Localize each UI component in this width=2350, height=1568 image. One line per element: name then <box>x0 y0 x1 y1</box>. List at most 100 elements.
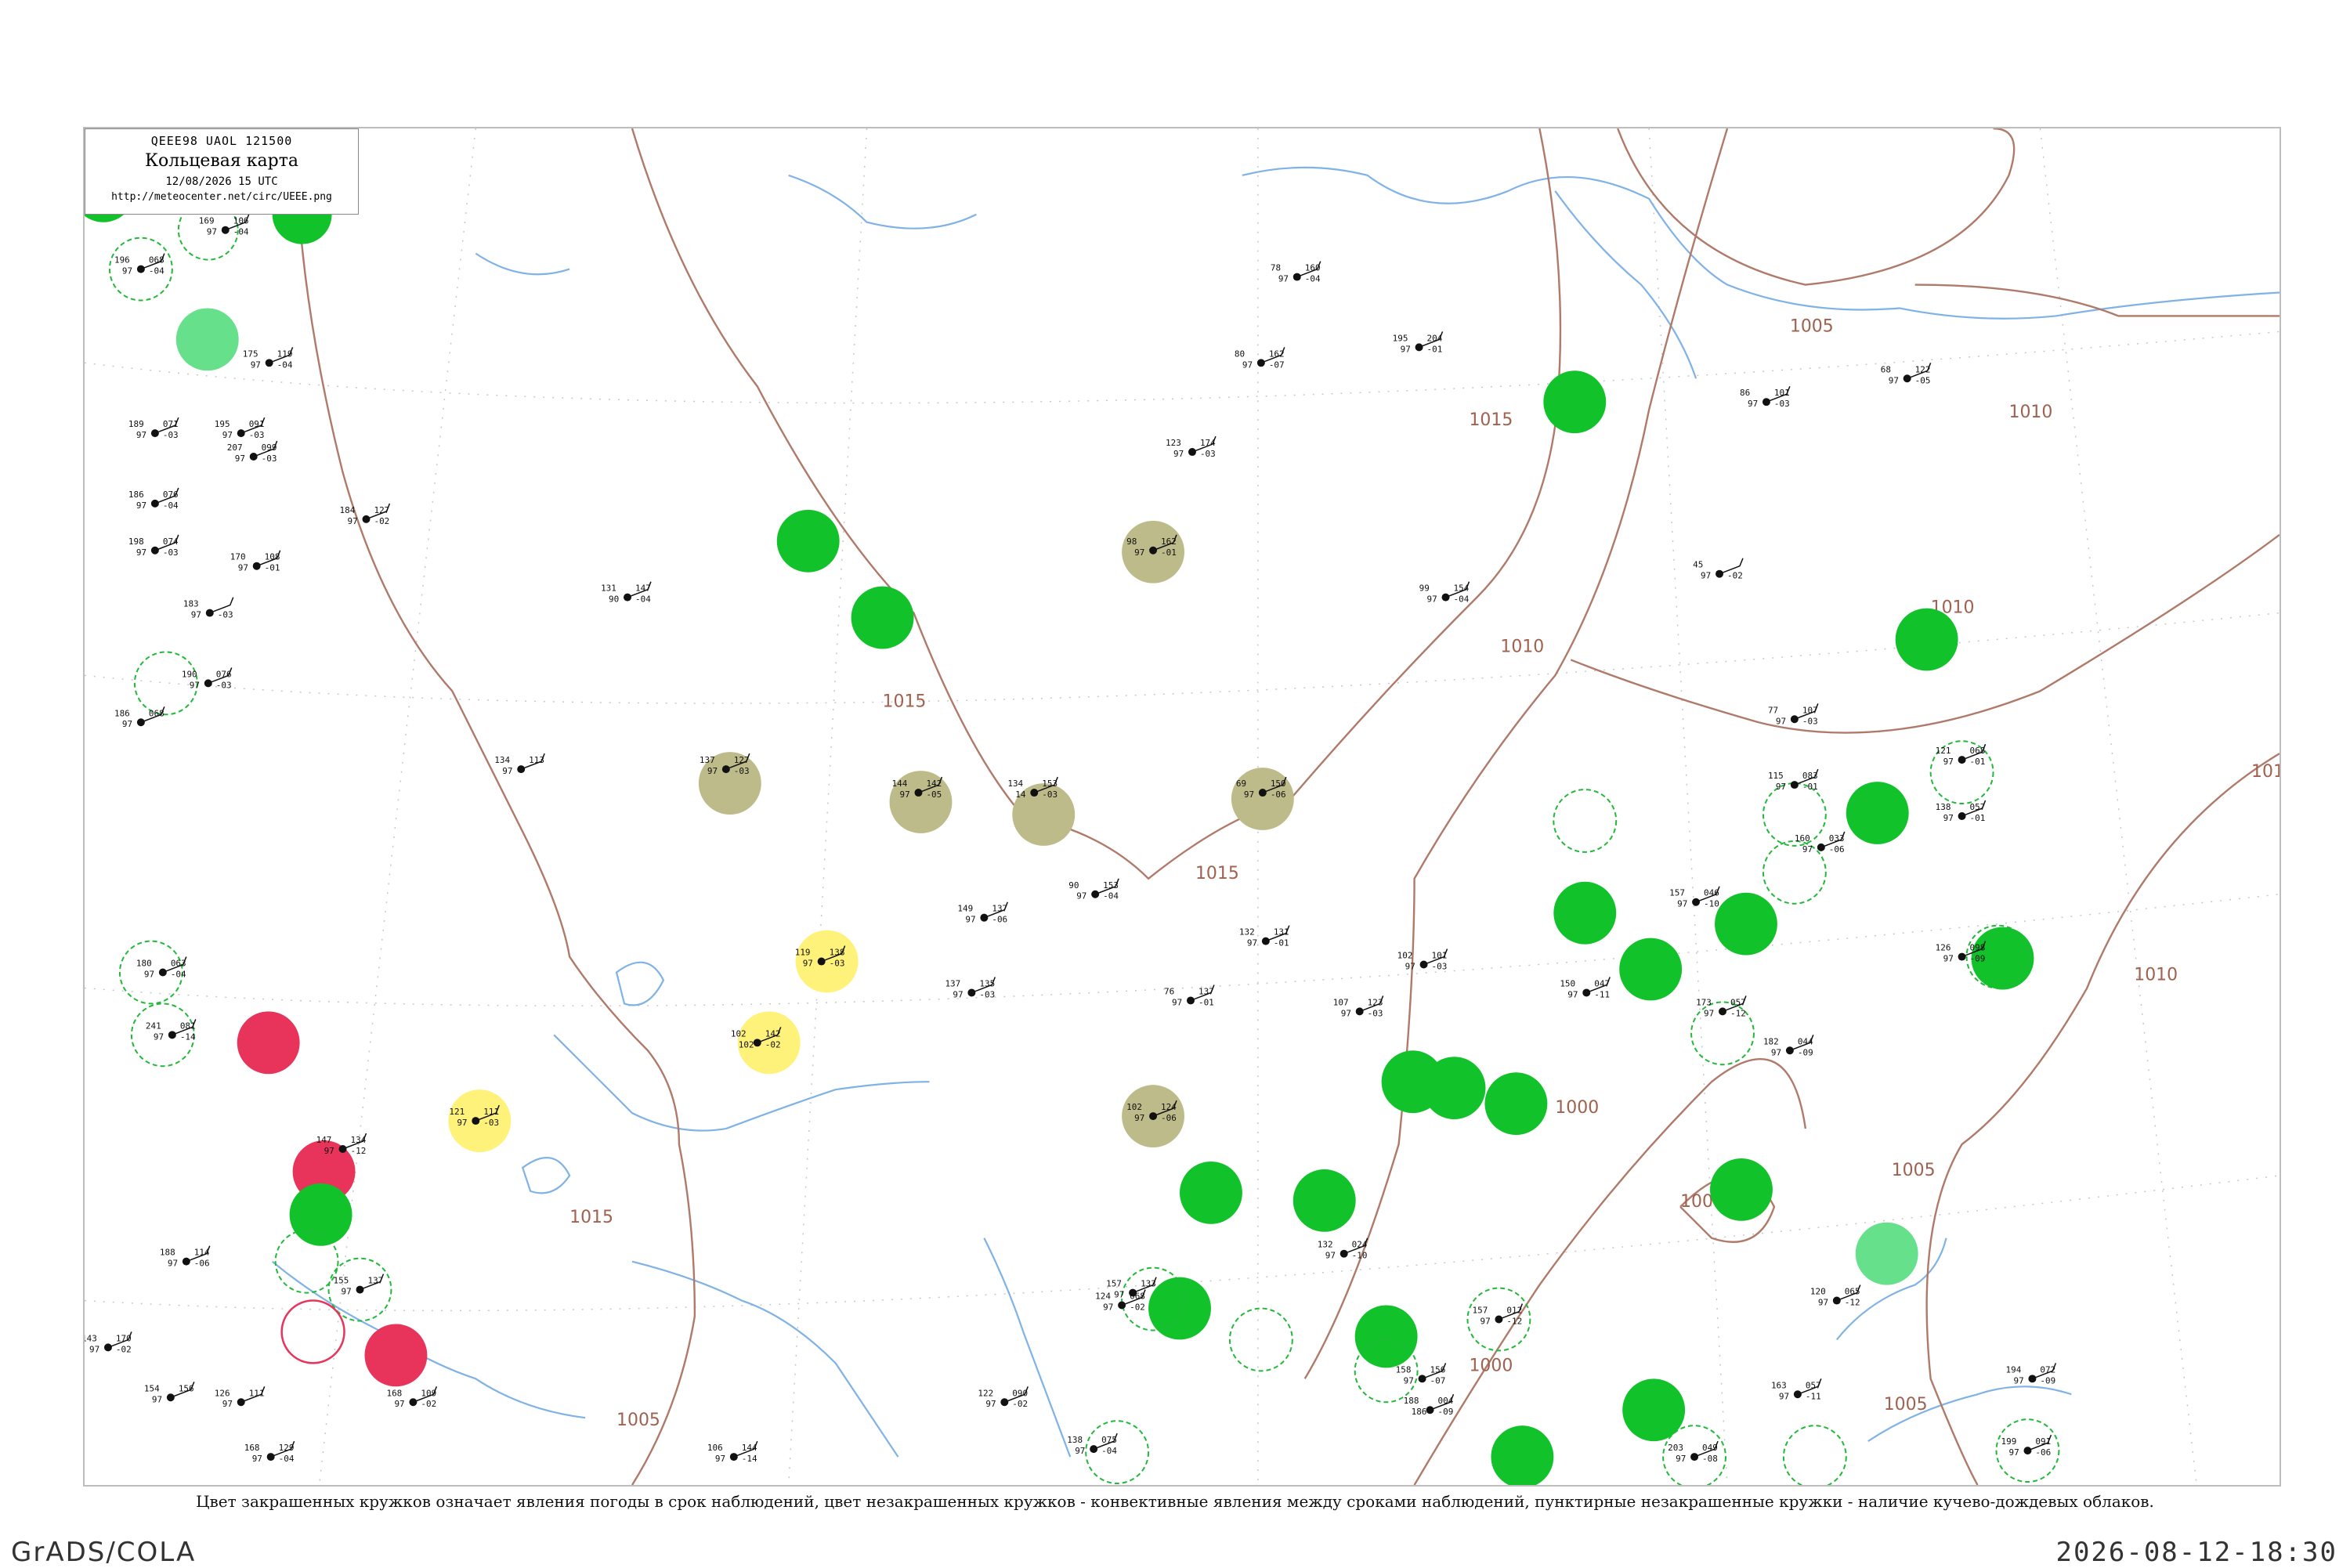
station-tendency: -03 <box>483 1118 499 1128</box>
station-plot: 195 091-03 97 <box>215 417 266 440</box>
station-tendency: -11 <box>1594 989 1610 999</box>
station-dot <box>1000 1398 1009 1407</box>
station-pressure: 033 <box>1829 833 1845 844</box>
station-tendency: -02 <box>1727 571 1743 581</box>
station-pressure: 150 <box>1271 779 1286 789</box>
isobar-label: 1015 <box>883 692 927 711</box>
station-visibility: 97 <box>252 1454 262 1464</box>
station-tendency: -03 <box>249 430 265 440</box>
isobar-1015-mid <box>631 128 1562 880</box>
station-temperature: 137 <box>945 978 960 988</box>
station-tendency: -02 <box>1130 1302 1145 1313</box>
station-temperature: 155 <box>334 1276 349 1286</box>
station-tendency: -01 <box>1161 547 1177 558</box>
station-dot <box>1256 359 1265 367</box>
station-pressure: 091 <box>249 419 265 429</box>
station-visibility: 97 <box>1172 997 1182 1007</box>
station-pressure: 108 <box>265 552 280 562</box>
station-pressure: 137 <box>367 1276 383 1286</box>
station-visibility: 97 <box>152 1394 162 1404</box>
station-visibility: 97 <box>235 453 245 464</box>
rain-circle <box>1491 1425 1554 1485</box>
station-temperature: 195 <box>1393 333 1408 343</box>
station-temperature: 76 <box>1164 986 1174 996</box>
station-temperature: 86 <box>1740 388 1750 398</box>
station-visibility: 97 <box>1244 789 1254 800</box>
station-pressure: 111 <box>483 1107 499 1117</box>
station-temperature: 102 <box>1397 951 1413 961</box>
station-visibility: 186 <box>1412 1407 1427 1417</box>
station-plot: 241 081-14 97 <box>146 1019 197 1042</box>
station-dot <box>1340 1249 1348 1258</box>
station-tendency: -04 <box>149 266 164 276</box>
station-visibility: 97 <box>1677 899 1687 909</box>
station-temperature: 121 <box>1936 746 1951 756</box>
station-temperature: 138 <box>1067 1435 1083 1445</box>
station-pressure: 147 <box>635 583 651 594</box>
station-visibility: 97 <box>1480 1316 1490 1326</box>
station-dot <box>1716 569 1724 578</box>
station-temperature: 158 <box>1396 1364 1412 1375</box>
station-temperature: 163 <box>1771 1380 1787 1390</box>
station-temperature: 190 <box>182 669 197 679</box>
station-plot: 120 065-12 97 <box>1810 1284 1861 1308</box>
station-temperature: 169 <box>199 216 215 226</box>
station-temperature: 77 <box>1768 705 1778 715</box>
station-pressure: 099 <box>262 443 277 453</box>
river <box>983 1237 1072 1458</box>
station-plot: 190 076-03 97 <box>182 667 233 690</box>
station-visibility: 97 <box>1943 757 1954 767</box>
station-temperature: 157 <box>1669 888 1685 898</box>
station-temperature: 241 <box>146 1021 161 1031</box>
station-visibility: 14 <box>1015 789 1026 800</box>
station-dot <box>1958 952 1966 961</box>
station-tendency: -03 <box>163 430 179 440</box>
station-tendency: -06 <box>1271 789 1286 800</box>
station-plot: 199 091-06 97 <box>2001 1434 2052 1458</box>
rain-light-circle <box>175 308 239 371</box>
station-temperature: 137 <box>700 755 715 765</box>
station-temperature: 45 <box>1693 560 1703 570</box>
lake <box>615 961 665 1006</box>
station-temperature: 138 <box>1936 802 1951 812</box>
station-dot <box>1415 343 1423 352</box>
station-pressure: 119 <box>277 349 293 359</box>
station-visibility: 97 <box>985 1399 996 1409</box>
station-tendency: -03 <box>218 610 233 620</box>
station-pressure: 071 <box>163 419 179 429</box>
station-plot: 168 109-02 97 <box>386 1386 438 1409</box>
station-visibility: 97 <box>1103 1302 1113 1313</box>
station-temperature: 188 <box>1404 1396 1419 1406</box>
station-tendency: -12 <box>1730 1008 1746 1018</box>
station-temperature: 182 <box>1763 1036 1779 1046</box>
isobar-label: 1005 <box>1884 1395 1928 1414</box>
station-dot <box>1692 898 1701 906</box>
station-temperature: 134 <box>494 755 510 765</box>
station-temperature: 186 <box>114 708 130 718</box>
station-tendency: -03 <box>163 547 179 558</box>
station-pressure: 081 <box>180 1021 196 1031</box>
station-visibility: 97 <box>2013 1375 2023 1386</box>
station-plot: 76 137-01 97 <box>1164 985 1215 1007</box>
station-pressure: 134 <box>351 1135 367 1145</box>
station-visibility: 97 <box>965 915 975 925</box>
station-temperature: 144 <box>892 779 908 789</box>
station-temperature: 188 <box>160 1248 175 1258</box>
station-tendency: -04 <box>1103 891 1119 901</box>
station-tendency: -03 <box>979 989 995 999</box>
station-tendency: -02 <box>116 1344 132 1354</box>
station-dot <box>1441 593 1450 602</box>
map-url[interactable]: http://meteocenter.net/circ/UEEE.png <box>85 191 358 203</box>
station-pressure: 131 <box>1274 927 1289 938</box>
isobar-label: 1005 <box>1790 316 1834 336</box>
station-pressure: 156 <box>1430 1364 1446 1375</box>
station-plot: 107 123-03 97 <box>1333 995 1384 1018</box>
station-visibility: 97 <box>1701 571 1711 581</box>
isobar-1005-east <box>1925 753 2280 1485</box>
station-dot <box>1149 1112 1158 1121</box>
footer-software-label: GrADS/COLA <box>11 1537 197 1568</box>
station-plot: 184 127-02 97 <box>340 503 391 526</box>
station-temperature: 207 <box>227 443 243 453</box>
station-plot: 207 099-03 97 <box>227 440 278 464</box>
map-title-box: QEEE98 UAOL 121500 Кольцевая карта 12/08… <box>85 128 359 215</box>
